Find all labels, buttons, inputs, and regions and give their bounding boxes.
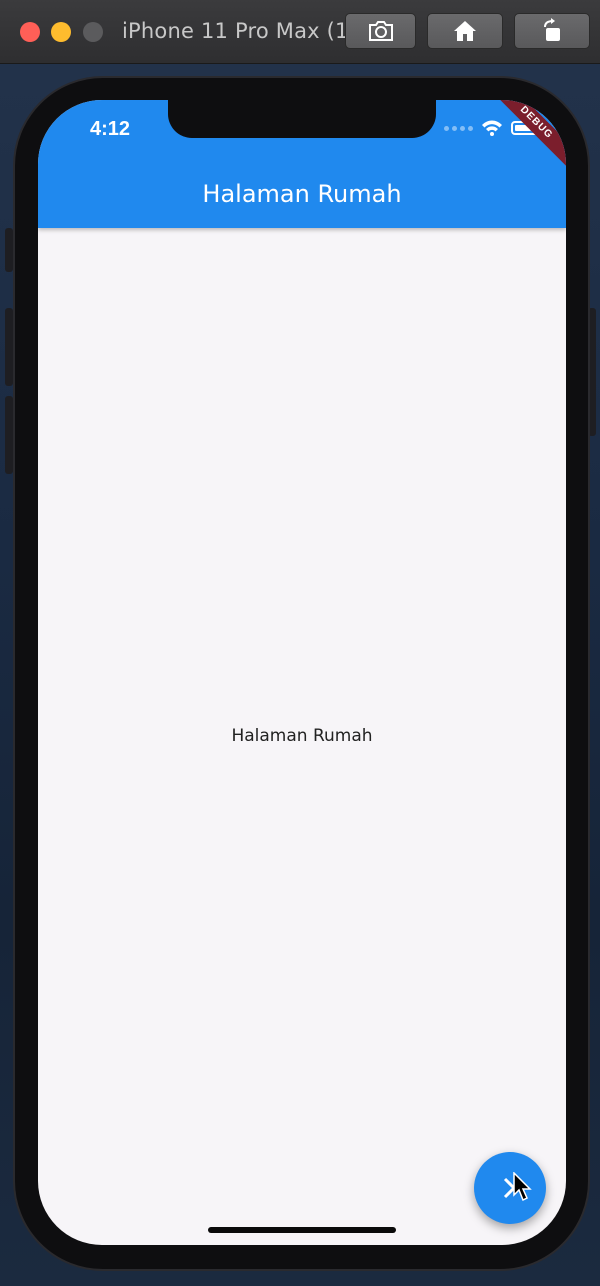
status-time: 4:12: [90, 118, 131, 140]
page-title: Halaman Rumah: [202, 180, 402, 208]
notch: [168, 100, 436, 138]
wifi-icon: [482, 120, 502, 136]
mouse-cursor-icon: [513, 1172, 532, 1202]
home-icon: [454, 21, 476, 41]
app-bar: 4:12 DEBUG Halaman Rumah: [38, 100, 566, 228]
volume-down-button: [5, 396, 13, 474]
simulator-title-bar: iPhone 11 Pro Max (1...: [0, 0, 600, 64]
phone-screen: 4:12 DEBUG Halaman Rumah Halaman Rumah: [38, 100, 566, 1245]
next-page-fab[interactable]: [474, 1152, 546, 1224]
rotate-icon: [544, 18, 560, 41]
rotate-button[interactable]: [514, 13, 590, 49]
home-indicator: [208, 1227, 396, 1233]
signal-icon: [444, 125, 473, 131]
camera-icon: [368, 21, 393, 41]
screenshot-button[interactable]: [345, 13, 416, 49]
window-title: iPhone 11 Pro Max (1...: [122, 19, 370, 43]
home-button[interactable]: [427, 13, 503, 49]
close-window-button[interactable]: [20, 22, 40, 42]
minimize-window-button[interactable]: [51, 22, 71, 42]
mute-switch: [5, 228, 13, 272]
body-text: Halaman Rumah: [231, 726, 373, 746]
zoom-window-button[interactable]: [83, 22, 103, 42]
volume-up-button: [5, 308, 13, 386]
